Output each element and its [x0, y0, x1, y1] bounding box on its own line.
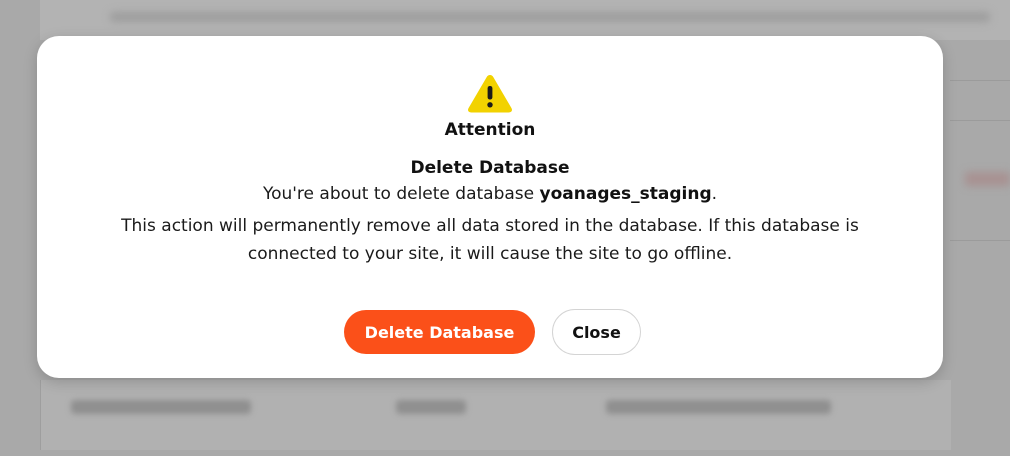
background-cell: [71, 400, 251, 414]
background-divider: [950, 240, 1010, 241]
delete-database-dialog: Attention Delete Database You're about t…: [37, 36, 943, 378]
delete-database-button[interactable]: Delete Database: [344, 310, 535, 354]
close-button[interactable]: Close: [552, 309, 641, 355]
background-cell: [396, 400, 466, 414]
background-divider: [950, 120, 1010, 121]
background-divider: [950, 80, 1010, 81]
database-name: yoanages_staging: [539, 184, 712, 204]
background-header: [40, 0, 1010, 40]
background-header-text: [110, 12, 990, 22]
attention-label: Attention: [444, 120, 536, 140]
background-table-row: [40, 380, 951, 450]
dialog-title: Delete Database: [410, 158, 570, 178]
warning-triangle-icon: [468, 75, 512, 113]
dialog-message-line: You're about to delete database yoanages…: [37, 184, 943, 204]
background-cell: [606, 400, 831, 414]
dialog-warning-text: This action will permanently remove all …: [121, 216, 859, 264]
message-suffix: .: [711, 184, 718, 204]
background-status-mark: [965, 172, 1010, 186]
message-prefix: You're about to delete database: [262, 184, 540, 204]
